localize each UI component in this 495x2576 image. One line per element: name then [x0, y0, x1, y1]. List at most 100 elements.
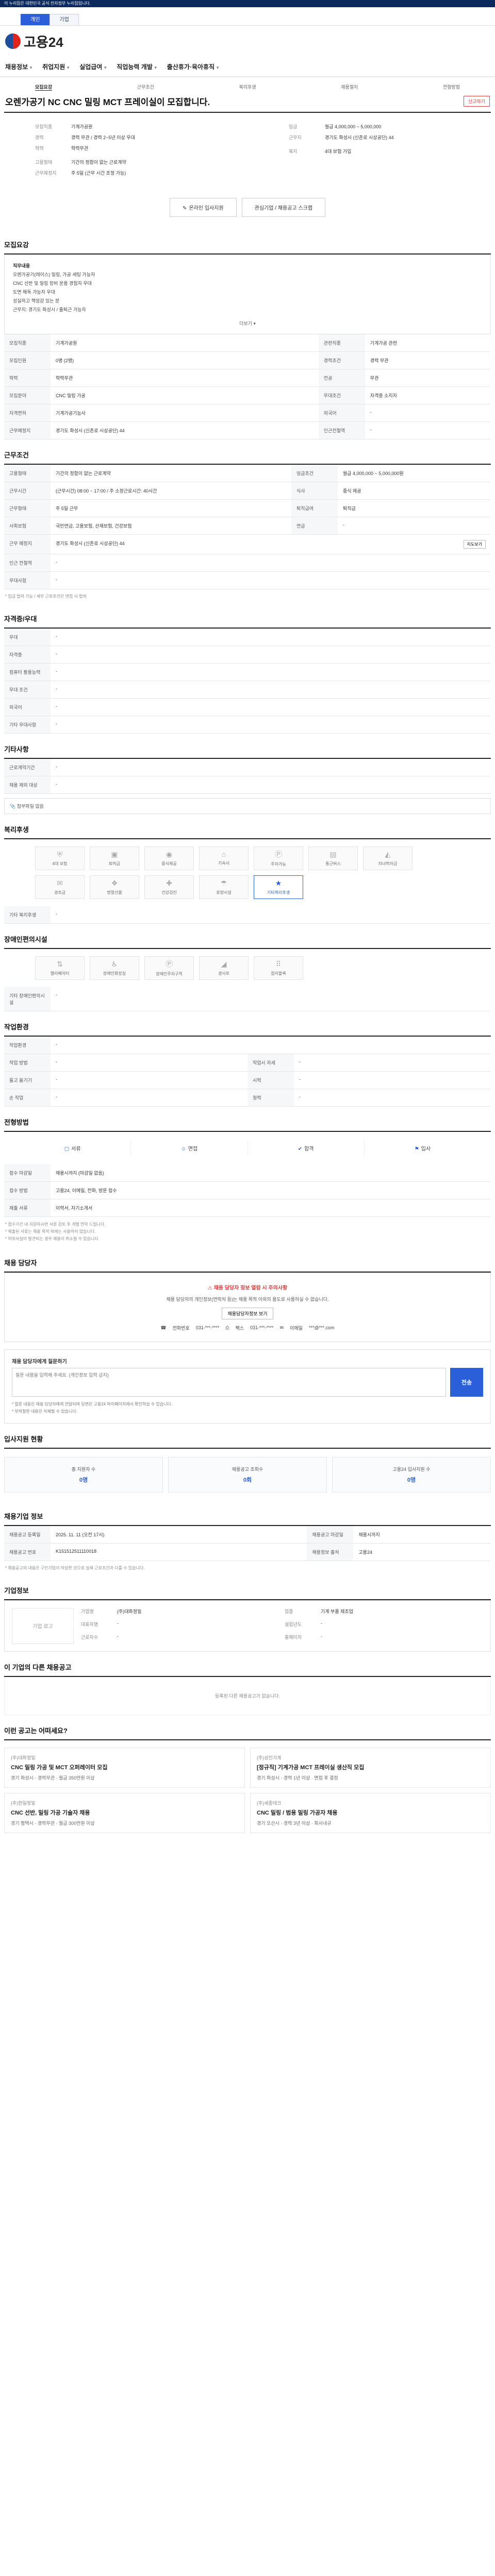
nav-item-training[interactable]: 직업능력 개발 ▼ — [117, 62, 167, 71]
warning-text: 채용 담당자 정보 열람 시 주의사항 — [213, 1285, 288, 1291]
apply-button[interactable]: ✎ 온라인 입사지원 — [170, 198, 237, 217]
table-key: 작업 방법 — [4, 1054, 51, 1072]
wallet-icon: ▣ — [111, 850, 118, 858]
nav-item-benefit[interactable]: 실업급여 ▼ — [79, 62, 117, 71]
license-table: 우대 - 자격증 - 컴퓨터 활용능력 - 우대 조건 - 외국어 - 기타 우대사항 - — [4, 628, 491, 734]
recruit-line: 성실하고 책임감 있는 분 — [13, 298, 60, 304]
site-logo[interactable]: 고용24 — [5, 32, 63, 51]
nav-label: 채용정보 — [5, 63, 28, 71]
summary-value: 월급 4,000,000 ~ 5,000,000 — [325, 124, 382, 129]
page-root: 이 누리집은 대한민국 공식 전자정부 누리집입니다. 개인 기업 고용24 채… — [0, 0, 495, 1864]
map-button[interactable]: 지도보기 — [463, 539, 486, 549]
table-row: 들고 옮기기 - 시력 - — [4, 1071, 491, 1089]
nav-item-jobs[interactable]: 채용정보 ▼ — [5, 62, 42, 71]
table-value: - — [51, 1071, 248, 1089]
facility-item: ◢ 경사로 — [199, 956, 249, 980]
table-value: - — [51, 758, 491, 776]
summary-key: 모집직종 — [35, 124, 53, 129]
section-title: 기업정보 — [4, 1585, 491, 1600]
step-label: 면접 — [188, 1146, 198, 1152]
summary-row: 모집직종 기계가공원 — [35, 123, 206, 130]
chevron-down-icon: ▼ — [103, 65, 108, 70]
inquiry-textarea[interactable] — [12, 1367, 446, 1397]
contact-key: 팩스 — [235, 1325, 244, 1331]
parking-icon: Ⓟ — [275, 850, 282, 859]
report-button[interactable]: 신고하기 — [463, 96, 490, 107]
table-key: 우대조건 — [318, 386, 365, 404]
table-row: 근로계약기간 - — [4, 758, 491, 776]
table-row: 근무 예정지 경기도 화성시 (신촌로 시상공단) 44 지도보기 — [4, 534, 491, 554]
job-card[interactable]: (주)세종테크 CNC 밀링 / 범용 밀링 가공자 채용 경기 오산시 · 경력 … — [250, 1792, 491, 1833]
view-contact-button[interactable]: 채용담당자정보 보기 — [222, 1307, 273, 1319]
table-row: 채용공고 등록일 2025. 11. 11 (오전 17시) 채용공고 마감일 채용시… — [4, 1526, 491, 1544]
job-meta: 경기 화성시 · 경력무관 · 월급 350만원 이상 — [11, 1775, 95, 1781]
gift-icon: ✉ — [57, 878, 63, 887]
summary-row: 학력 학력무관 — [35, 145, 206, 151]
table-row: 접수 마감일 채용시까지 (마감일 없음) — [4, 1164, 491, 1182]
job-company: (주)한일정밀 — [11, 1800, 36, 1806]
table-key: 컴퓨터 활용능력 — [4, 663, 51, 681]
section-place: 작업환경 작업환경 - 작업 방법 - 작업시 자세 - 들고 옮기기 - 시력 - 손 작업… — [4, 1022, 491, 1107]
inquiry-send-button[interactable]: 전송 — [450, 1367, 483, 1397]
tab-welfare[interactable]: 복리후생 — [239, 83, 256, 91]
chevron-down-icon: ▼ — [29, 65, 34, 70]
table-value: - — [51, 628, 491, 646]
contact-line: ☎ 전화번호 031-***-**** ⎙ 팩스 031-***-**** ✉ 이메일 **… — [15, 1325, 480, 1331]
more-toggle[interactable]: 더보기 ▾ — [13, 320, 482, 327]
etc-table: 근로계약기간 - 채용 제외 대상 - — [4, 758, 491, 794]
table-key: 작업시 자세 — [248, 1054, 294, 1072]
summary-group: 임금 월급 4,000,000 ~ 5,000,000 근무지 경기도 화성시 (신… — [289, 123, 460, 141]
tab-personal[interactable]: 개인 — [21, 14, 50, 25]
table-key: 우대 조건 — [4, 681, 51, 699]
company-homepage-link[interactable]: - — [321, 1634, 483, 1643]
nav-item-support[interactable]: 취업지원 ▼ — [42, 62, 79, 71]
table-value: - — [51, 646, 491, 664]
tab-method[interactable]: 전형방법 — [443, 83, 460, 91]
table-row: 기타 장애인편의시설 - — [4, 987, 491, 1011]
footer-spacer — [4, 1833, 491, 1864]
tab-company[interactable]: 기업 — [50, 14, 79, 25]
tab-recruit[interactable]: 모집요강 — [35, 83, 53, 91]
stat-label: 총 지원자 수 — [71, 1466, 96, 1472]
table-value: - — [51, 681, 491, 699]
section-related: 이런 공고는 어떠세요? (주)대화정밀 CNC 밀링 가공 및 MCT 오퍼레이… — [4, 1725, 491, 1833]
attachment-box: 📎 첨부파일 없음 — [4, 798, 491, 814]
table-value: 채용시까지 — [353, 1526, 491, 1544]
job-title: CNC 밀링 가공 및 MCT 오퍼레이터 모집 — [11, 1764, 108, 1771]
table-value: - — [51, 987, 491, 1011]
info-table: 채용공고 등록일 2025. 11. 11 (오전 17시) 채용공고 마감일 채용시… — [4, 1526, 491, 1561]
job-card[interactable]: (주)성진기계 [정규직] 기계가공 MCT 프레이실 생산직 모집 경기 화성시 … — [250, 1747, 491, 1788]
welfare-item: ☂ 휴양시설 — [199, 875, 249, 899]
tab-work[interactable]: 근무조건 — [137, 83, 154, 91]
tab-process[interactable]: 채용절차 — [341, 83, 358, 91]
present-icon: ❖ — [111, 878, 118, 887]
job-card[interactable]: (주)대화정밀 CNC 밀링 가공 및 MCT 오퍼레이터 모집 경기 화성시 · … — [4, 1747, 245, 1788]
recruit-description: 직무내용 오렌가공기(레이스) 밀링, 가공 세팅 가능자 CNC 선반 및 밀… — [4, 255, 491, 334]
welfare-item: Ⓟ 주차가능 — [254, 846, 303, 870]
detail-anchor-tabs: 모집요강 근무조건 복리후생 채용절차 전형방법 — [4, 77, 491, 93]
braille-icon: ⠿ — [275, 959, 282, 968]
company-key: 업종 — [285, 1608, 293, 1614]
table-value: 기간의 정함이 없는 근로계약 — [51, 464, 291, 482]
job-card[interactable]: (주)한일정밀 CNC 선반, 밀링 가공 기술자 채용 경기 평택시 · 경력무관… — [4, 1792, 245, 1833]
recruit-line: 오렌가공기(레이스) 밀링, 가공 세팅 가능자 — [13, 272, 95, 278]
summary-value: 4대 보험 가입 — [325, 149, 352, 154]
table-row: 근무시간 (근무시간) 08:00 ~ 17:00 / 주 소정근로시간: 40시… — [4, 482, 491, 500]
table-value: 기계가공 관련 — [365, 334, 491, 352]
welfare-item: ✉ 경조금 — [35, 875, 85, 899]
table-row: 모집분야 CNC 밀링 가공 우대조건 자격증 소지자 — [4, 386, 491, 404]
nav-item-leave[interactable]: 출산휴가·육아휴직 ▼ — [167, 62, 229, 71]
table-value: 채용시까지 (마감일 없음) — [51, 1164, 491, 1182]
stat-number: 0명 — [407, 1477, 416, 1483]
welfare-item: ✚ 건강검진 — [144, 875, 194, 899]
welfare-label: 기타복리후생 — [267, 890, 290, 895]
welfare-label: 경조금 — [54, 890, 66, 895]
table-key: 근무형태 — [4, 499, 51, 517]
table-value: 경기도 화성시 (신촌로 시상공단) 44 — [51, 421, 319, 439]
scrap-button[interactable]: 관심기업 / 채용공고 스크랩 — [241, 198, 325, 217]
section-title: 채용 담당자 — [4, 1258, 491, 1273]
bus-icon: ▤ — [329, 850, 337, 858]
process-steps: ▢ 서류 ☺ 면접 ✔ 합격 ⚑ 입사 — [4, 1132, 491, 1164]
process-notes: * 접수기간 내 지원하시면 서류 검토 후 개별 연락 드립니다. * 제출된… — [4, 1217, 491, 1247]
nav-label: 실업급여 — [79, 63, 103, 71]
